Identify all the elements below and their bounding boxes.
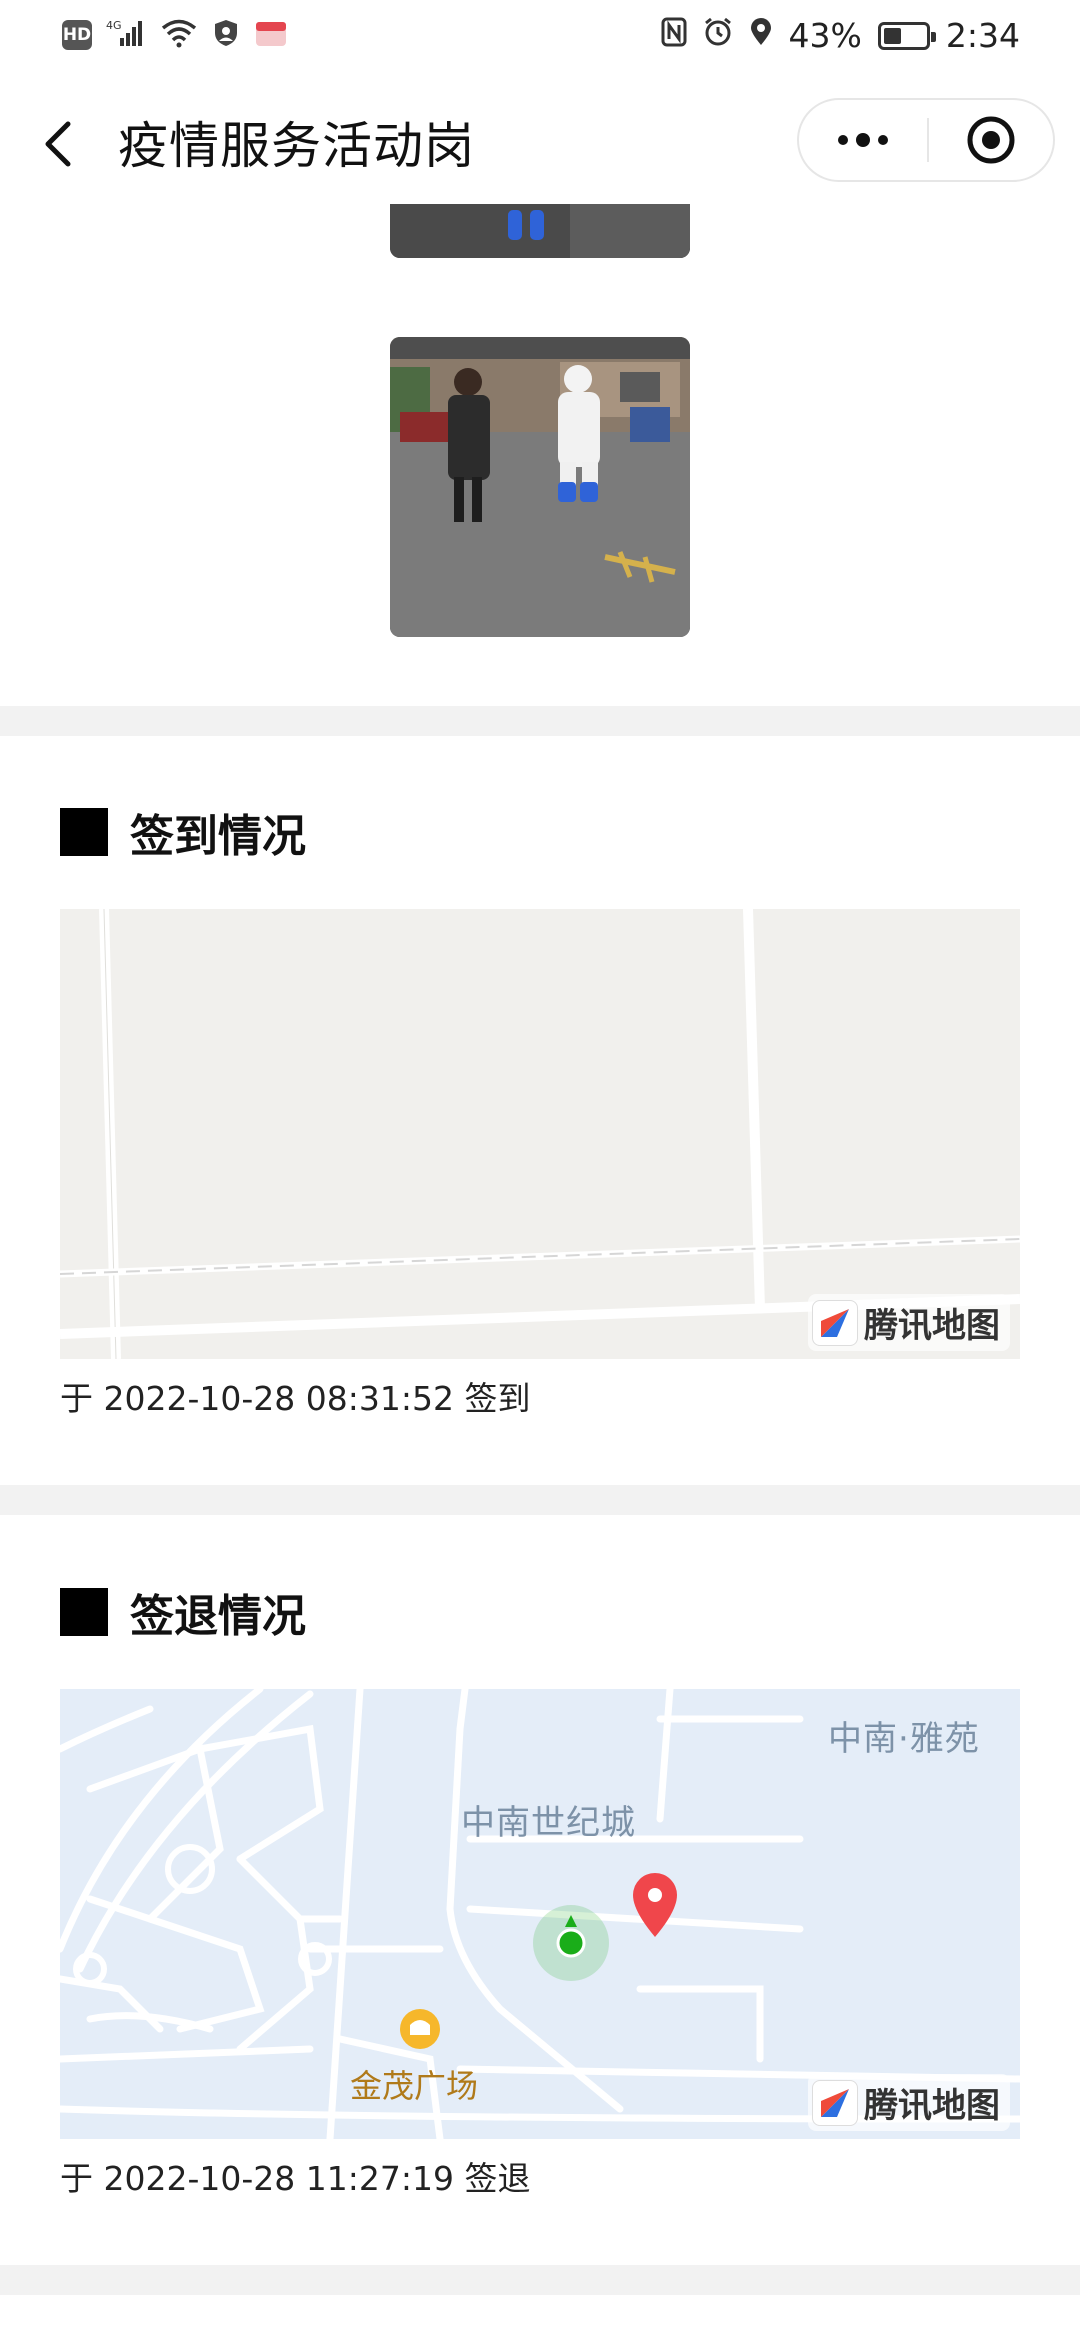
- battery-fill: [883, 27, 901, 44]
- battery-icon: [877, 21, 936, 50]
- poi-label: 金茂广场: [350, 2067, 479, 2105]
- map-brand-text: 腾讯地图: [864, 2086, 1000, 2126]
- status-left-icons: HD 4G: [62, 18, 288, 52]
- close-mini-program-button[interactable]: [929, 100, 1053, 180]
- checkin-header: 签到情况: [60, 800, 306, 864]
- more-button[interactable]: [799, 100, 927, 180]
- network-type: 4G: [106, 19, 122, 32]
- activity-photo-2[interactable]: [390, 337, 690, 637]
- hd-badge: HD: [62, 20, 92, 50]
- more-dots-icon: [838, 133, 888, 147]
- status-bar: HD 4G 43% 2:34: [0, 0, 1080, 76]
- section-divider: [0, 706, 1080, 736]
- checkout-title: 签退情况: [130, 1591, 306, 1642]
- alarm-icon: [703, 16, 733, 55]
- status-right-icons: 43% 2:34: [661, 16, 1020, 55]
- checkin-map-roads: [60, 909, 1020, 1359]
- map-brand-badge: 腾讯地图: [808, 2074, 1010, 2131]
- app-notification-icon: [254, 18, 288, 52]
- checkin-title: 签到情况: [130, 811, 306, 862]
- clock-time: 2:34: [945, 16, 1020, 55]
- chevron-left-icon: [45, 121, 71, 167]
- map-brand-text: 腾讯地图: [864, 1306, 1000, 1346]
- section-divider: [0, 1485, 1080, 1515]
- section-marker: [60, 808, 108, 856]
- checkout-header: 签退情况: [60, 1580, 306, 1644]
- tencent-map-logo-icon: [812, 1299, 858, 1346]
- map-brand-badge: 腾讯地图: [808, 1294, 1010, 1351]
- map-label-area1: 中南·雅苑: [828, 1719, 980, 1759]
- nav-bar: 疫情服务活动岗: [0, 76, 1080, 208]
- map-label-area2: 中南世纪城: [461, 1803, 636, 1843]
- checkin-record: 于 2022-10-28 08:31:52 签到: [60, 1379, 531, 1418]
- signal-icon: 4G: [106, 18, 146, 52]
- photo-image: [390, 337, 690, 637]
- location-icon: [749, 16, 773, 55]
- checkout-map[interactable]: 中南·雅苑 中南世纪城 金茂广场 腾讯地图: [60, 1689, 1020, 2139]
- back-button[interactable]: [38, 114, 88, 174]
- checkout-record: 于 2022-10-28 11:27:19 签退: [60, 2159, 531, 2198]
- mini-program-capsule: [797, 98, 1055, 182]
- checkin-map[interactable]: 腾讯地图: [60, 909, 1020, 1359]
- vpn-shield-icon: [212, 18, 240, 52]
- section-marker: [60, 1588, 108, 1636]
- page-title: 疫情服务活动岗: [118, 117, 475, 175]
- wifi-icon: [160, 18, 198, 52]
- battery-percent: 43%: [788, 16, 862, 55]
- tencent-map-logo-icon: [812, 2079, 858, 2126]
- nfc-icon: [661, 16, 687, 55]
- photo-image: [390, 204, 690, 258]
- activity-photo-1[interactable]: [390, 204, 690, 258]
- section-divider: [0, 2265, 1080, 2295]
- target-circle-icon: [967, 116, 1015, 164]
